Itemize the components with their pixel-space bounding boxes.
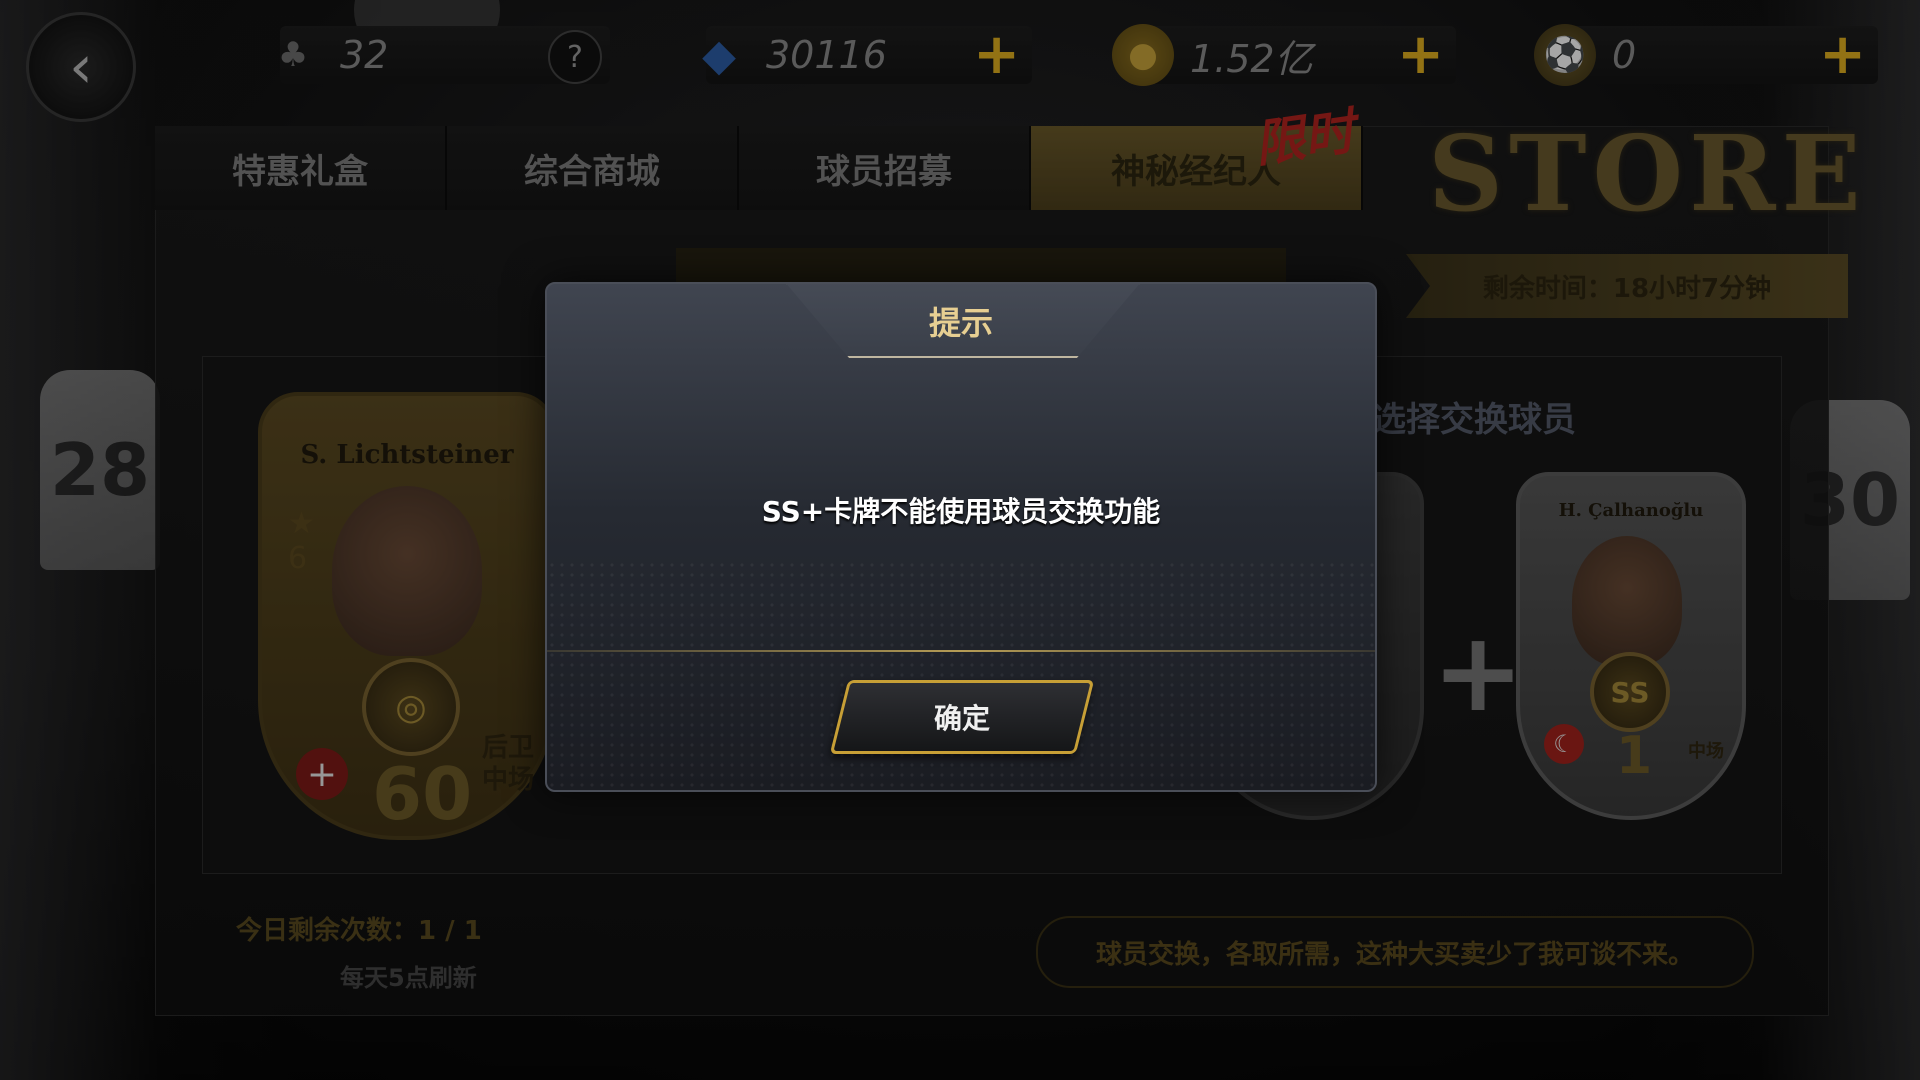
dialog-texture <box>547 560 1375 790</box>
dialog-message: SS+卡牌不能使用球员交换功能 <box>761 495 1161 528</box>
alert-dialog: 提示 SS+卡牌不能使用球员交换功能 确定 <box>545 282 1377 792</box>
confirm-button[interactable]: 确定 <box>829 680 1095 754</box>
dialog-title: 提示 <box>928 304 993 342</box>
dialog-divider <box>547 650 1375 652</box>
